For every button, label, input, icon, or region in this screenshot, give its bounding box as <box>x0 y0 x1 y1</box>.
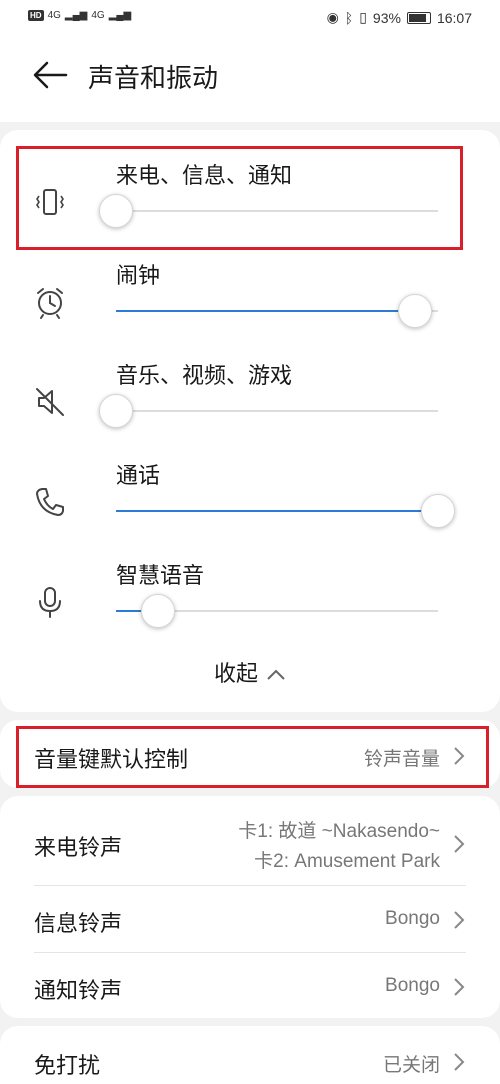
slider-knob[interactable] <box>141 594 175 628</box>
slider-fill <box>116 510 438 512</box>
ringtone-call-label: 来电铃声 <box>34 836 123 861</box>
back-arrow-icon[interactable] <box>30 58 70 92</box>
divider <box>34 885 466 886</box>
highlight-box <box>16 726 489 788</box>
ringtone-message-label: 信息铃声 <box>34 912 123 937</box>
collapse-button[interactable]: 收起 <box>0 656 500 688</box>
dnd-card: 免打扰 已关闭 <box>0 1026 500 1084</box>
ringtone-notify-label: 通知铃声 <box>34 979 123 1004</box>
volume-slider[interactable] <box>116 294 438 328</box>
battery-percent: 93% <box>372 9 401 26</box>
microphone-icon <box>39 587 61 618</box>
slider-fill <box>116 310 415 312</box>
signal-1-label: 4G <box>47 10 61 21</box>
volume-label: 通话 <box>116 464 161 489</box>
chevron-right-icon <box>454 835 465 853</box>
volume-slider[interactable] <box>116 494 455 528</box>
dnd-row[interactable]: 免打扰 已关闭 <box>34 1048 466 1079</box>
highlight-box <box>16 146 463 250</box>
battery-icon <box>406 11 431 24</box>
eye-icon: ◉ <box>326 9 339 25</box>
bluetooth-icon: ᛒ <box>344 9 354 26</box>
volume-row-voice: 智慧语音 <box>0 558 500 658</box>
alarm-clock-icon <box>37 288 63 319</box>
chevron-up-icon <box>267 669 285 680</box>
chevron-right-icon <box>454 1053 465 1071</box>
signal-icon: ▂▄▆ <box>108 10 132 21</box>
volume-label: 智慧语音 <box>116 564 205 589</box>
collapse-label: 收起 <box>213 662 258 687</box>
divider <box>34 952 466 953</box>
signal-2-label: 4G <box>91 10 105 21</box>
volume-row-call: 通话 <box>0 458 500 558</box>
status-right: ◉ ᛒ ▯ 93% 16:07 <box>327 9 472 26</box>
volume-slider[interactable] <box>99 394 438 428</box>
dnd-label: 免打扰 <box>34 1054 101 1079</box>
volume-row-alarm: 闹钟 <box>0 258 500 358</box>
volume-label: 闹钟 <box>116 264 161 289</box>
ringtone-notify-value: Bongo <box>385 975 440 996</box>
status-bar: HD 4G ▂▄▆ 4G ▂▄▆ ◉ ᛒ ▯ 93% 16:07 <box>0 0 500 36</box>
slider-knob[interactable] <box>398 294 432 328</box>
phone-icon <box>36 488 64 516</box>
ringtone-call-value-1: 卡1: 故道 ~Nakasendo~ <box>238 821 440 842</box>
ringtone-message-value: Bongo <box>385 908 440 929</box>
mute-speaker-icon <box>36 388 64 416</box>
volume-row-media: 音乐、视频、游戏 <box>0 358 500 458</box>
page-title: 声音和振动 <box>88 64 219 94</box>
volume-label: 音乐、视频、游戏 <box>116 364 293 389</box>
hd-icon: HD <box>28 10 44 21</box>
ringtones-card: 来电铃声 卡1: 故道 ~Nakasendo~ 卡2: Amusement Pa… <box>0 796 500 1018</box>
ringtone-message-row[interactable]: 信息铃声 Bongo <box>34 906 466 937</box>
slider-knob[interactable] <box>99 394 133 428</box>
status-left: HD 4G ▂▄▆ 4G ▂▄▆ <box>28 10 131 21</box>
chevron-right-icon <box>454 978 465 996</box>
dnd-value: 已关闭 <box>382 1055 440 1076</box>
clock: 16:07 <box>436 9 472 26</box>
ringtone-call-row[interactable]: 来电铃声 卡1: 故道 ~Nakasendo~ 卡2: Amusement Pa… <box>34 816 466 872</box>
ringtone-call-value-2: 卡2: Amusement Park <box>254 851 440 872</box>
volume-slider[interactable] <box>116 594 438 628</box>
signal-icon: ▂▄▆ <box>64 10 88 21</box>
vibrate-mode-icon: ▯ <box>359 9 367 25</box>
ringtone-notify-row[interactable]: 通知铃声 Bongo <box>34 973 466 1004</box>
slider-knob[interactable] <box>421 494 455 528</box>
app-header: 声音和振动 <box>0 36 500 122</box>
chevron-right-icon <box>454 911 465 929</box>
